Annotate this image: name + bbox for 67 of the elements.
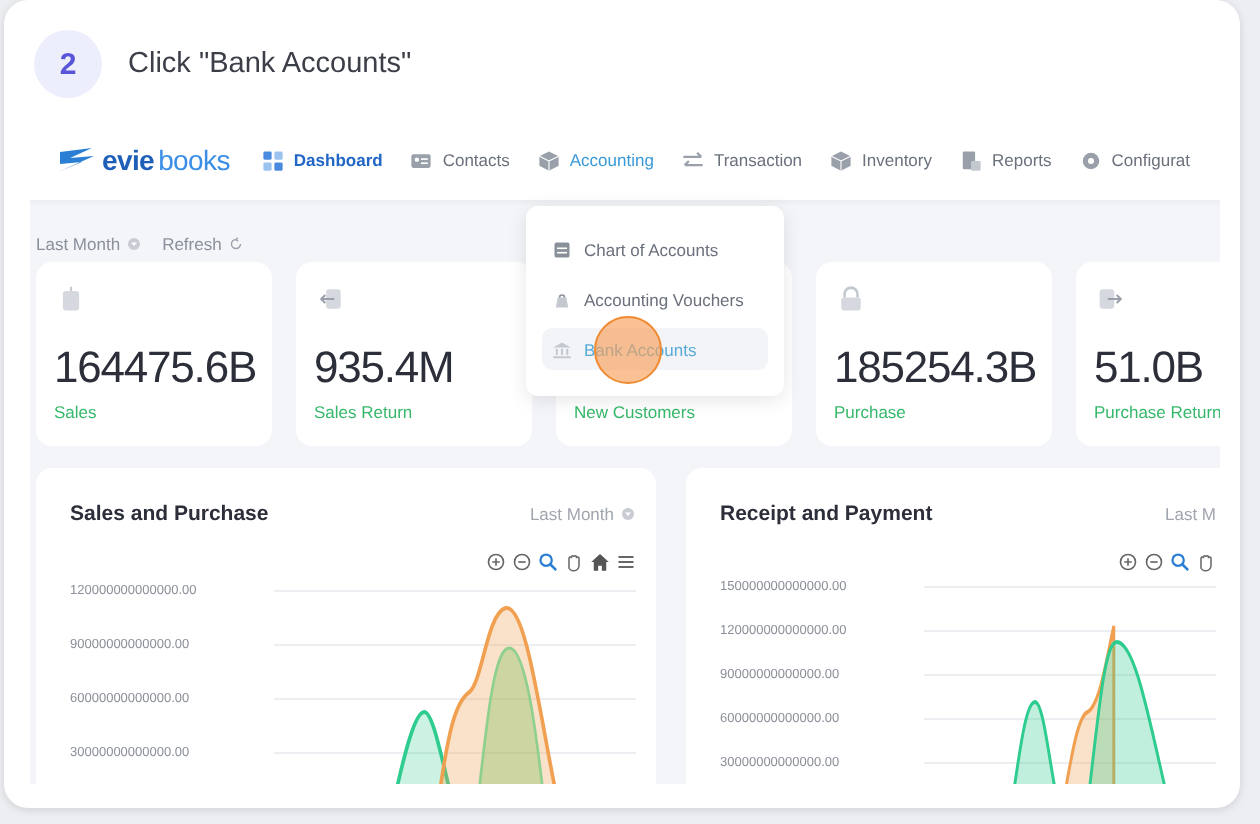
tag-icon: [58, 284, 84, 314]
stat-value: 935.4M: [314, 340, 454, 394]
logo-icon: [54, 146, 98, 174]
chart-title: Sales and Purchase: [70, 502, 269, 526]
nav-tab[interactable]: Accounting: [537, 149, 654, 171]
menu-item[interactable]: Chart of Accounts: [542, 228, 768, 270]
nav-tab[interactable]: Transaction: [681, 149, 803, 171]
stat-value: 185254.3B: [834, 340, 1037, 394]
zoom-out-icon: [1144, 552, 1164, 572]
refresh-icon: [227, 236, 244, 252]
chart-title: Receipt and Payment: [720, 502, 933, 526]
nav-tab[interactable]: Inventory: [830, 149, 932, 171]
zoom-out-icon: [512, 552, 532, 572]
zoom-in-icon: [1118, 552, 1138, 572]
zoom-in-button[interactable]: [486, 552, 506, 572]
hand-icon: [564, 552, 584, 572]
search-icon: [1170, 552, 1190, 572]
stat-label: Sales: [54, 402, 99, 422]
hand-icon: [1196, 552, 1216, 572]
home-icon: [590, 552, 610, 572]
period-dropdown[interactable]: Last M: [1164, 502, 1216, 526]
document-icon: [960, 149, 982, 171]
zoom-out-button[interactable]: [512, 552, 532, 572]
logo-text: evie: [102, 144, 155, 176]
stat-value: 164475.6B: [54, 340, 257, 394]
zoom-in-icon: [486, 552, 506, 572]
step-number-badge: 2: [34, 30, 102, 98]
home-button[interactable]: [590, 552, 610, 572]
cube-icon: [830, 149, 853, 171]
arrows-icon: [681, 149, 704, 171]
nav-tab[interactable]: Configurat: [1079, 149, 1190, 171]
lock-icon: [838, 284, 864, 314]
arrow-right-icon: [1098, 284, 1124, 314]
stat-label: Sales Return: [314, 402, 415, 422]
nav-tab[interactable]: Reports: [960, 149, 1052, 171]
grid-icon: [261, 149, 284, 171]
hand-button[interactable]: [564, 552, 584, 572]
bag-icon: [552, 289, 572, 309]
period-dropdown[interactable]: Last Month: [529, 502, 636, 526]
menu-button[interactable]: [616, 552, 636, 572]
menu-item[interactable]: Accounting Vouchers: [542, 278, 768, 320]
step-instruction: Click "Bank Accounts": [128, 48, 412, 80]
hand-button[interactable]: [1196, 552, 1216, 572]
caret-icon: [126, 236, 143, 252]
stat-label: Purchase Return: [1094, 402, 1220, 422]
caret-icon: [620, 506, 636, 522]
search-button[interactable]: [538, 552, 558, 572]
contact-card-icon: [410, 149, 433, 171]
stat-value: 51.0B: [1094, 340, 1203, 394]
zoom-out-button[interactable]: [1144, 552, 1164, 572]
nav-tab[interactable]: Contacts: [410, 149, 510, 171]
gear-icon: [1079, 149, 1102, 171]
search-button[interactable]: [1170, 552, 1190, 572]
search-icon: [538, 552, 558, 572]
zoom-in-button[interactable]: [1118, 552, 1138, 572]
filter-button[interactable]: Refresh: [162, 234, 244, 254]
stat-label: Purchase: [834, 402, 908, 422]
cube-icon: [537, 149, 560, 171]
stat-label: New Customers: [574, 402, 697, 422]
app-logo[interactable]: evie books: [54, 144, 230, 176]
nav-tab[interactable]: Dashboard: [261, 149, 383, 171]
arrow-left-icon: [318, 284, 344, 314]
table-icon: [552, 239, 572, 259]
bank-icon: [552, 339, 572, 359]
logo-text: books: [158, 144, 230, 176]
menu-icon: [616, 552, 636, 572]
filter-button[interactable]: Last Month: [36, 234, 143, 254]
